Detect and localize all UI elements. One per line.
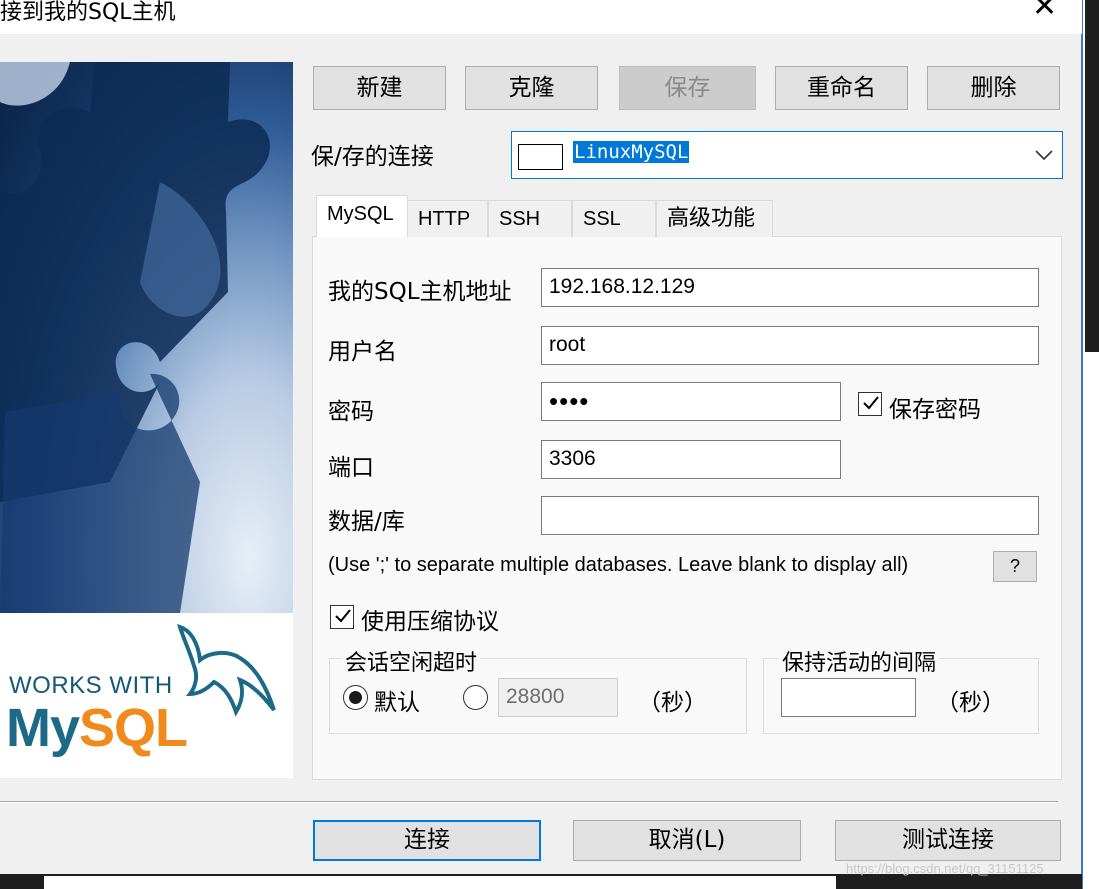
- tab-mysql[interactable]: MySQL: [316, 195, 408, 237]
- saved-connection-label: 保/存的连接: [311, 144, 434, 170]
- compress-protocol-label: 使用压缩协议: [361, 609, 499, 635]
- check-icon: [335, 609, 351, 623]
- session-timeout-title: 会话空闲超时: [342, 645, 481, 677]
- connect-dialog: 接到我的SQL主机 ✕ WORKS WITH MySQL 新建 克隆 保存 重命…: [0, 0, 1082, 874]
- database-hint: (Use ';' to separate multiple databases.…: [328, 554, 909, 576]
- help-button[interactable]: ?: [993, 551, 1037, 582]
- background-window-bottom-inner: [44, 876, 836, 889]
- check-icon: [863, 396, 879, 410]
- host-input[interactable]: 192.168.12.129: [541, 268, 1039, 307]
- save-button[interactable]: 保存: [619, 66, 756, 110]
- delete-button[interactable]: 删除: [927, 66, 1060, 110]
- puzzle-pieces-icon: [0, 62, 270, 613]
- compress-protocol-checkbox[interactable]: [330, 605, 354, 629]
- title-bar[interactable]: 接到我的SQL主机 ✕: [0, 0, 1082, 34]
- color-swatch: [518, 144, 563, 170]
- tab-http[interactable]: HTTP: [407, 200, 488, 237]
- keepalive-title: 保持活动的间隔: [779, 645, 940, 677]
- port-input[interactable]: 3306: [541, 440, 841, 479]
- puzzle-image: [0, 62, 293, 613]
- saved-connection-value: LinuxMySQL: [573, 141, 690, 163]
- rename-button[interactable]: 重命名: [775, 66, 908, 110]
- save-password-checkbox[interactable]: [858, 392, 882, 416]
- window-title: 接到我的SQL主机: [0, 0, 176, 25]
- timeout-unit-label: （秒）: [638, 690, 707, 716]
- dolphin-icon: [176, 624, 276, 717]
- connect-button[interactable]: 连接: [313, 820, 541, 861]
- host-label: 我的SQL主机地址: [328, 279, 512, 305]
- close-icon[interactable]: ✕: [1032, 0, 1057, 22]
- tab-ssh[interactable]: SSH: [488, 200, 572, 237]
- test-connection-button[interactable]: 测试连接: [835, 820, 1061, 861]
- keepalive-input[interactable]: [781, 678, 916, 717]
- keepalive-unit-label: （秒）: [936, 690, 1005, 716]
- username-label: 用户名: [328, 339, 397, 365]
- works-with-text: WORKS WITH: [9, 672, 173, 699]
- username-input[interactable]: root: [541, 326, 1039, 365]
- default-timeout-label: 默认: [374, 690, 420, 716]
- chevron-down-icon[interactable]: [1034, 148, 1054, 162]
- custom-timeout-radio[interactable]: [463, 685, 488, 710]
- mysql-logo: MySQL: [6, 698, 188, 758]
- tab-advanced[interactable]: 高级功能: [656, 200, 773, 237]
- saved-connection-select[interactable]: LinuxMySQL: [511, 131, 1063, 179]
- background-window-dark: [1085, 0, 1099, 352]
- password-input[interactable]: ••••: [541, 382, 841, 421]
- new-button[interactable]: 新建: [313, 66, 446, 110]
- footer-separator: [0, 801, 1058, 803]
- tab-ssl[interactable]: SSL: [572, 200, 656, 237]
- cancel-button[interactable]: 取消(L): [573, 820, 801, 861]
- database-input[interactable]: [541, 496, 1039, 535]
- save-password-label: 保存密码: [889, 397, 981, 423]
- clone-button[interactable]: 克隆: [465, 66, 598, 110]
- database-label: 数据/库: [328, 509, 405, 535]
- mysql-banner: WORKS WITH MySQL: [0, 62, 293, 778]
- password-label: 密码: [328, 399, 374, 425]
- radio-dot: [349, 691, 362, 704]
- port-label: 端口: [328, 455, 374, 481]
- watermark: https://blog.csdn.net/qq_31151125: [846, 861, 1044, 876]
- timeout-seconds-input[interactable]: 28800: [498, 678, 618, 717]
- default-timeout-radio[interactable]: [343, 685, 368, 710]
